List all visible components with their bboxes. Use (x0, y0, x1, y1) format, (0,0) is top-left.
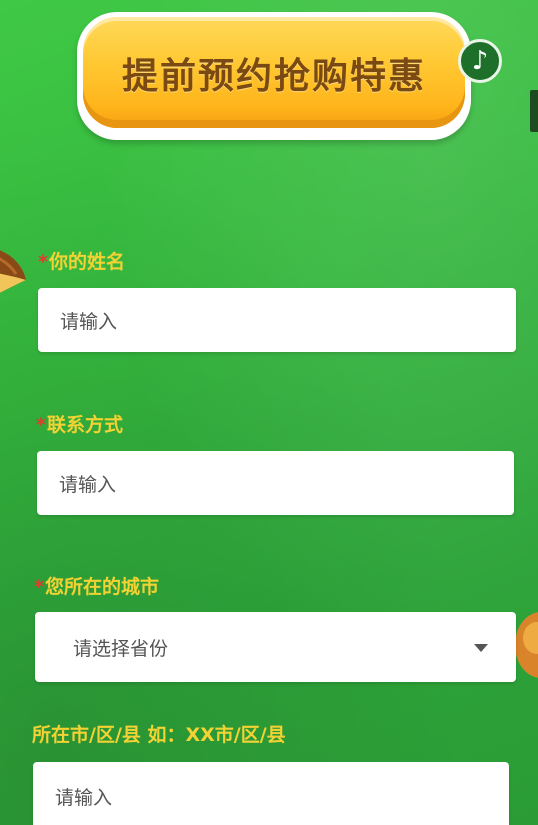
city-label-text: 您所在的城市 (44, 576, 159, 598)
name-label-text: 你的姓名 (48, 251, 125, 273)
side-panel-tab[interactable] (530, 90, 538, 132)
contact-label: *联系方式 (36, 410, 123, 437)
city-label: *您所在的城市 (34, 572, 159, 599)
reserve-button-label: 提前预约抢购特惠 (121, 55, 426, 97)
name-input-placeholder: 请输入 (60, 310, 118, 333)
contact-input-placeholder: 请输入 (59, 473, 117, 496)
district-label-text: 所在市/区/县 如：XX市/区/县 (32, 724, 286, 746)
name-input[interactable]: 请输入 (38, 288, 516, 352)
reserve-button-face[interactable]: 提前预约抢购特惠 (83, 17, 465, 128)
district-input-placeholder: 请输入 (55, 786, 113, 809)
chevron-down-icon (474, 644, 488, 652)
chestnut-decoration-icon (0, 250, 26, 293)
music-note-icon[interactable]: ♪ (458, 39, 502, 83)
province-select[interactable]: 请选择省份 (35, 612, 516, 682)
contact-label-text: 联系方式 (46, 414, 123, 436)
required-mark: * (36, 414, 46, 436)
required-mark: * (38, 251, 48, 273)
district-label: 所在市/区/县 如：XX市/区/县 (32, 720, 286, 747)
chestnut-decoration-icon-2 (515, 612, 538, 678)
district-input[interactable]: 请输入 (33, 762, 509, 825)
required-mark: * (34, 576, 44, 598)
province-select-value: 请选择省份 (73, 637, 169, 660)
contact-input[interactable]: 请输入 (37, 451, 514, 515)
reserve-button[interactable]: 提前预约抢购特惠 (77, 12, 471, 140)
name-label: *你的姓名 (38, 247, 125, 274)
